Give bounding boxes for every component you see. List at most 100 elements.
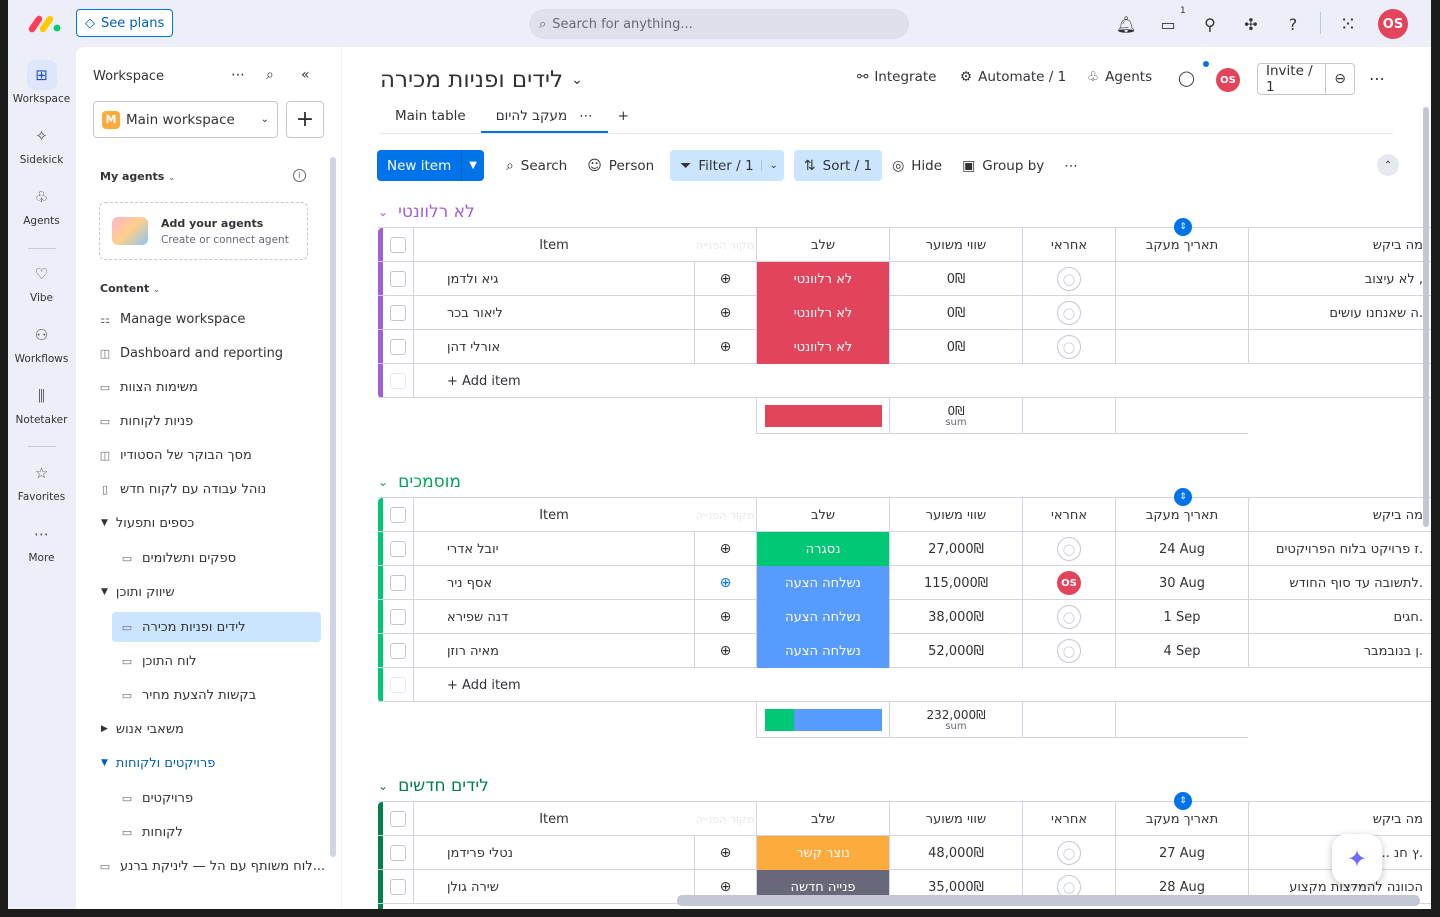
request-cell[interactable]: לא עיצוב , xyxy=(1248,262,1431,296)
owner-cell[interactable]: ◯ xyxy=(1022,532,1115,566)
column-header-request[interactable]: מה ביקש xyxy=(1248,802,1431,836)
table-row[interactable]: מאיה רוזן ⊕ נשלחה הצעה 52,000₪ ◯ 4 Sep ן… xyxy=(378,634,1431,668)
sidebar-item-board[interactable]: ▭ בקשות להצעת מחיר xyxy=(76,680,326,710)
stage-status[interactable]: לא רלוונטי xyxy=(756,296,889,330)
request-cell[interactable]: ז פרויקט בלוח הפרויקטים. xyxy=(1248,532,1431,566)
column-header-source[interactable]: מקור הפנייה xyxy=(694,498,756,532)
row-checkbox[interactable] xyxy=(390,879,406,895)
info-icon[interactable]: i xyxy=(293,169,306,182)
owner-cell[interactable]: ◯ xyxy=(1022,262,1115,296)
chevron-down-icon[interactable]: ⌄ xyxy=(760,160,778,171)
item-name[interactable]: יובל אדרי xyxy=(413,532,694,566)
sidebar-folder[interactable]: ▼ כספים ותפעול xyxy=(76,508,326,538)
date-cell[interactable]: 1 Sep xyxy=(1115,600,1248,634)
request-cell[interactable]: ה שאנחנו עושים. xyxy=(1248,296,1431,330)
stage-status[interactable]: לא רלוונטי xyxy=(756,262,889,296)
value-cell[interactable]: 0₪ xyxy=(889,296,1022,330)
owner-cell[interactable]: ◯ xyxy=(1022,836,1115,870)
column-header-owner[interactable]: אחראי xyxy=(1022,228,1115,262)
help-icon[interactable]: ? xyxy=(1281,12,1305,36)
filter-button[interactable]: ⏷ Filter / 1 ⌄ xyxy=(670,150,784,181)
rail-sidekick[interactable]: ✧ Sidekick xyxy=(8,121,75,166)
value-cell[interactable]: 0₪ xyxy=(889,262,1022,296)
group-title[interactable]: ⌄ מוסמכים xyxy=(378,472,461,492)
value-cell[interactable]: 0₪ xyxy=(889,330,1022,364)
add-update-icon[interactable]: ⊕ xyxy=(694,600,756,634)
row-checkbox[interactable] xyxy=(390,271,406,287)
app-launcher-icon[interactable]: ⁙ xyxy=(1336,12,1360,36)
rail-notetaker[interactable]: ⫼ Notetaker xyxy=(8,381,75,426)
date-cell[interactable] xyxy=(1115,296,1248,330)
more-options-icon[interactable]: ⋯ xyxy=(1369,69,1385,88)
add-update-icon[interactable]: ⊕ xyxy=(694,330,756,364)
row-checkbox[interactable] xyxy=(390,541,406,557)
add-update-icon[interactable]: ⊕ xyxy=(694,836,756,870)
monday-logo[interactable] xyxy=(28,14,62,34)
more-options-icon[interactable]: ⋯ xyxy=(231,67,245,83)
table-row[interactable]: ליאור בכר ⊕ לא רלוונטי 0₪ ◯ ה שאנחנו עוש… xyxy=(378,296,1431,330)
chevron-down-icon[interactable]: ⌄ xyxy=(378,205,388,219)
value-cell[interactable]: 52,000₪ xyxy=(889,634,1022,668)
add-update-icon[interactable]: ⊕ xyxy=(694,262,756,296)
board-horizontal-scrollbar[interactable] xyxy=(677,895,1420,906)
collapse-sidebar-icon[interactable]: « xyxy=(301,67,310,83)
sidebar-item-doc[interactable]: ▯ נוהל עבודה עם לקוח חדש xyxy=(76,474,326,504)
sidebar-item-leads-board[interactable]: ▭ לידים ופניות מכירה xyxy=(112,612,321,642)
sort-button[interactable]: ⇅ Sort / 1 xyxy=(793,150,883,181)
link-icon[interactable]: ⊖ xyxy=(1326,64,1354,94)
tab-main-table[interactable]: Main table xyxy=(380,105,481,133)
add-update-icon[interactable]: ⊕ xyxy=(694,532,756,566)
item-name[interactable]: נטלי פרידמן xyxy=(413,836,694,870)
item-name[interactable]: גיא ולדמן xyxy=(413,262,694,296)
board-title[interactable]: לידים ופניות מכירה ⌄ xyxy=(380,67,583,93)
board-vertical-scrollbar[interactable] xyxy=(1423,107,1429,527)
sidebar-item-board[interactable]: ▭ משימות הצוות xyxy=(76,372,326,402)
search-button[interactable]: ⌕ Search xyxy=(496,150,577,181)
content-heading[interactable]: Content ⌄ xyxy=(100,282,160,295)
global-search-input[interactable]: ⌕ Search for anything... xyxy=(529,9,909,39)
row-checkbox[interactable] xyxy=(390,643,406,659)
add-update-icon[interactable]: ⊕ xyxy=(694,296,756,330)
column-header-date[interactable]: תאריך מעקב xyxy=(1115,498,1248,532)
add-item-cell[interactable]: + Add item xyxy=(413,668,1431,702)
sidebar-item-board[interactable]: ▭ ספקים ותשלומים xyxy=(76,543,326,573)
row-checkbox[interactable] xyxy=(390,575,406,591)
table-row[interactable]: דנה שפירא ⊕ נשלחה הצעה 38,000₪ ◯ 1 Sep ח… xyxy=(378,600,1431,634)
stage-status[interactable]: נוצר קשר xyxy=(756,836,889,870)
item-name[interactable]: אורלי דהן xyxy=(413,330,694,364)
chevron-up-icon[interactable]: ⌃ xyxy=(1377,154,1399,176)
add-item-cell[interactable]: + Add item xyxy=(413,364,1431,398)
date-cell[interactable]: 27 Aug xyxy=(1115,836,1248,870)
select-all-checkbox[interactable] xyxy=(390,237,406,253)
sidebar-item-board[interactable]: ▭ פניות לקוחות xyxy=(76,406,326,436)
date-cell[interactable] xyxy=(1115,262,1248,296)
sidebar-scrollbar[interactable] xyxy=(330,157,336,857)
integrate-button[interactable]: ⚯ Integrate xyxy=(857,69,936,85)
date-cell[interactable]: 24 Aug xyxy=(1115,532,1248,566)
group-by-button[interactable]: ▣ Group by xyxy=(952,150,1054,181)
column-header-request[interactable]: מה ביקש xyxy=(1248,498,1431,532)
agents-button[interactable]: ♧ Agents xyxy=(1087,69,1152,85)
value-cell[interactable]: 48,000₪ xyxy=(889,836,1022,870)
tab-followup-today[interactable]: מעקב להיום ⋯ xyxy=(480,105,608,133)
add-view-button[interactable]: + xyxy=(608,105,644,133)
value-cell[interactable]: 38,000₪ xyxy=(889,600,1022,634)
invite-user-icon[interactable]: ⚲ xyxy=(1198,12,1222,36)
search-icon[interactable]: ⌕ xyxy=(266,67,274,83)
sidebar-item-shared-board[interactable]: ▭ לוח משותף עם הל — ליניקת ברנע... xyxy=(76,851,326,881)
sidebar-folder[interactable]: ▶ משאבי אנוש xyxy=(76,714,326,744)
user-avatar[interactable]: OS xyxy=(1378,9,1408,39)
column-header-value[interactable]: שווי משוער xyxy=(889,498,1022,532)
bell-icon[interactable]: 🔔︎ xyxy=(1114,12,1138,36)
column-header-stage[interactable]: שלב xyxy=(756,802,889,836)
value-cell[interactable]: 115,000₪ xyxy=(889,566,1022,600)
more-options-icon[interactable]: ⋯ xyxy=(579,108,593,131)
invite-button[interactable]: Invite / 1 ⊖ xyxy=(1257,63,1355,95)
owner-cell[interactable]: OS xyxy=(1022,566,1115,600)
add-agents-card[interactable]: Add your agents Create or connect agent xyxy=(99,202,308,260)
date-cell[interactable] xyxy=(1115,330,1248,364)
see-plans-button[interactable]: ◇ See plans xyxy=(76,9,174,37)
column-header-date[interactable]: תאריך מעקב xyxy=(1115,802,1248,836)
row-checkbox[interactable] xyxy=(390,305,406,321)
my-agents-heading[interactable]: My agents ⌄ xyxy=(100,170,175,183)
